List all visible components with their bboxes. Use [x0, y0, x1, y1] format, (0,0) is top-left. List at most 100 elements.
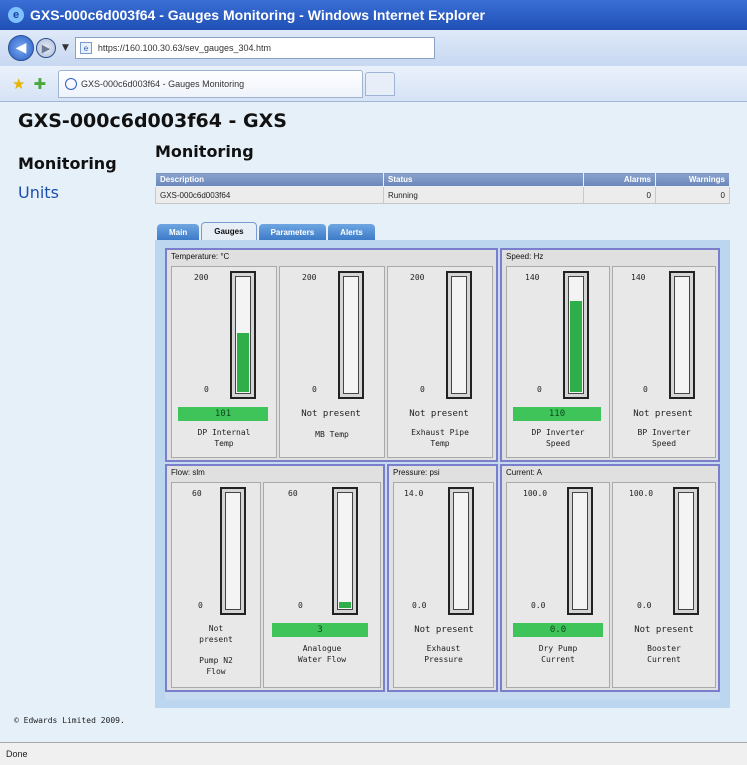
units-table: Description Status Alarms Warnings GXS-0…	[155, 172, 730, 204]
group-label: Current: A	[506, 468, 543, 477]
gauge-name: Dry Pump Current	[538, 644, 578, 664]
gauge-dp-inverter-speed: 140 0 110 DP Inverter Speed	[506, 266, 610, 458]
gauge-tube	[230, 271, 256, 399]
gauge-name: DP Internal Temp	[197, 428, 251, 448]
group-speed: Speed: Hz 140 0 110 DP Inverter Speed 140…	[500, 248, 720, 462]
loading-icon	[65, 77, 78, 90]
gauge-max: 60	[192, 489, 202, 498]
gauge-value: Not present	[633, 409, 693, 419]
gauge-name: Exhaust Pressure	[424, 644, 463, 664]
gauge-exhaust-pressure: 14.0 0.0 Not present Exhaust Pressure	[393, 482, 494, 688]
section-title: Monitoring	[155, 142, 254, 161]
header-warnings: Warnings	[655, 172, 730, 187]
copyright-footer: © Edwards Limited 2009.	[14, 716, 125, 725]
header-description: Description	[155, 172, 384, 187]
favorites-bar: ★ ✚ GXS-000c6d003f64 - Gauges Monitoring	[0, 66, 747, 102]
gauge-min: 0	[198, 601, 203, 610]
gauge-value: 110	[513, 407, 601, 421]
gauge-max: 100.0	[629, 489, 654, 498]
nav-item-units[interactable]: Units	[18, 183, 138, 202]
gauge-booster-current: 100.0 0.0 Not present Booster Current	[612, 482, 716, 688]
page-icon: e	[79, 42, 92, 54]
page-content: GXS-000c6d003f64 - GXS Monitoring Units …	[0, 102, 747, 742]
tab-parameters[interactable]: Parameters	[258, 224, 327, 240]
gauge-name: Pump N2 Flow	[199, 656, 233, 676]
gauge-value: 0.0	[513, 623, 603, 637]
url-input[interactable]: e https://160.100.30.63/sev_gauges_304.h…	[74, 37, 435, 59]
tab-alerts[interactable]: Alerts	[328, 224, 375, 240]
gauge-fill	[339, 602, 351, 608]
status-bar: Done	[0, 742, 747, 765]
gauge-min: 0	[420, 385, 425, 394]
gauge-value: Not present	[301, 409, 361, 419]
gauge-pump-n2-flow: 60 0 Not present Pump N2 Flow	[171, 482, 261, 688]
gauge-tube	[563, 271, 589, 399]
gauge-fill	[237, 333, 249, 392]
gauges-grid: Temperature: °C 200 0 101 DP Internal Tem…	[165, 248, 720, 700]
gauge-max: 14.0	[404, 489, 424, 498]
gauge-analogue-water-flow: 60 0 3 Analogue Water Flow	[263, 482, 381, 688]
status-text: Done	[6, 749, 28, 759]
address-bar: ◀ ▶ ▼ e https://160.100.30.63/sev_gauges…	[0, 30, 747, 66]
gauge-tube	[332, 487, 358, 615]
gauge-bp-inverter-speed: 140 0 Not present BP Inverter Speed	[612, 266, 716, 458]
chevron-down-icon[interactable]: ▼	[62, 43, 69, 53]
window-title: GXS-000c6d003f64 - Gauges Monitoring - W…	[30, 7, 485, 23]
window-titlebar: e GXS-000c6d003f64 - Gauges Monitoring -…	[0, 0, 747, 30]
gauge-tube	[448, 487, 474, 615]
gauge-name: BP Inverter Speed	[637, 428, 691, 448]
gauge-min: 0	[312, 385, 317, 394]
gauge-max: 140	[631, 273, 646, 282]
back-icon[interactable]: ◀	[8, 35, 34, 61]
left-nav: Monitoring Units	[18, 154, 138, 202]
gauge-min: 0	[537, 385, 542, 394]
gauge-dp-internal-temp: 200 0 101 DP Internal Temp	[171, 266, 277, 458]
favorites-star-icon[interactable]: ★	[12, 75, 25, 93]
group-flow: Flow: slm 60 0 Not present Pump N2 Flow 60…	[165, 464, 385, 692]
gauge-mb-temp: 200 0 Not present MB Temp	[279, 266, 385, 458]
gauge-exhaust-pipe-temp: 200 0 Not present Exhaust Pipe Temp	[387, 266, 493, 458]
group-label: Temperature: °C	[171, 252, 230, 261]
new-tab-button[interactable]	[365, 71, 396, 96]
group-temperature: Temperature: °C 200 0 101 DP Internal Tem…	[165, 248, 498, 462]
tab-gauges[interactable]: Gauges	[201, 222, 257, 240]
gauges-panel: Temperature: °C 200 0 101 DP Internal Tem…	[155, 240, 730, 708]
browser-tab[interactable]: GXS-000c6d003f64 - Gauges Monitoring	[58, 69, 364, 98]
group-label: Pressure: psi	[393, 468, 440, 477]
gauge-min: 0.0	[637, 601, 652, 610]
gauge-max: 140	[525, 273, 540, 282]
gauge-max: 100.0	[523, 489, 548, 498]
group-label: Flow: slm	[171, 468, 205, 477]
table-row[interactable]: GXS-000c6d003f64 Running 0 0	[155, 186, 730, 204]
gauge-dry-pump-current: 100.0 0.0 0.0 Dry Pump Current	[506, 482, 610, 688]
header-alarms: Alarms	[583, 172, 656, 187]
url-text: https://160.100.30.63/sev_gauges_304.htm	[97, 43, 272, 53]
group-current: Current: A 100.0 0.0 0.0 Dry Pump Current…	[500, 464, 720, 692]
forward-icon[interactable]: ▶	[36, 38, 56, 58]
gauge-name: MB Temp	[315, 430, 349, 439]
group-label: Speed: Hz	[506, 252, 544, 261]
gauge-name: Analogue Water Flow	[297, 644, 347, 664]
gauge-min: 0.0	[412, 601, 427, 610]
gauge-value: Not present	[634, 625, 694, 635]
table-header-row: Description Status Alarms Warnings	[155, 172, 730, 187]
gauge-tube	[338, 271, 364, 399]
gauge-min: 0	[298, 601, 303, 610]
cell-alarms: 0	[583, 186, 656, 204]
add-favorite-icon[interactable]: ✚	[33, 75, 46, 93]
tab-main[interactable]: Main	[157, 224, 200, 240]
cell-status: Running	[383, 186, 584, 204]
tab-strip: Main Gauges Parameters Alerts	[157, 222, 377, 240]
gauge-max: 200	[194, 273, 209, 282]
gauge-tube	[446, 271, 472, 399]
gauge-min: 0	[643, 385, 648, 394]
gauge-value: Not present	[414, 625, 474, 635]
gauge-tube	[673, 487, 699, 615]
gauge-value: Not present	[409, 409, 469, 419]
group-pressure: Pressure: psi 14.0 0.0 Not present Exhau…	[387, 464, 498, 692]
gauge-tube	[220, 487, 246, 615]
gauge-value: Not present	[199, 624, 233, 644]
page-title: GXS-000c6d003f64 - GXS	[18, 110, 287, 132]
nav-item-monitoring[interactable]: Monitoring	[18, 154, 138, 173]
ie-icon: e	[8, 7, 24, 23]
